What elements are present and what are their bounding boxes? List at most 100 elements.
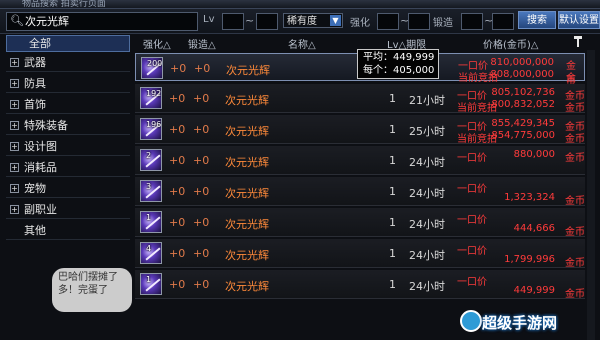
buyout-price: 444,666	[513, 223, 555, 234]
watermark-text: 超级手游网	[482, 314, 558, 332]
header-price[interactable]: 价格(金币)△	[483, 36, 539, 51]
search-input[interactable]	[25, 13, 193, 29]
item-level: 1	[389, 154, 396, 167]
buyout-price: 810,000,000	[490, 57, 554, 68]
currency-unit: 金币	[565, 289, 585, 300]
lv-min-input[interactable]	[222, 13, 244, 30]
lv-max-input[interactable]	[256, 13, 278, 30]
enhance-value: +0	[169, 154, 186, 167]
item-level: 1	[389, 278, 396, 291]
currency-unit: 金币	[565, 227, 585, 238]
category-pet[interactable]: + 宠物	[6, 181, 130, 198]
enhance-max-input[interactable]	[408, 13, 430, 30]
table-row[interactable]: 1 +0 +0 次元光辉 1 24小时 一口价 449,999 金币	[135, 270, 585, 300]
category-armor[interactable]: + 防具	[6, 76, 130, 93]
hammer-icon[interactable]	[573, 35, 583, 47]
item-name: 次元光辉	[225, 156, 269, 169]
enhance-label: 强化	[350, 18, 370, 29]
search-icon: 🔍︎	[10, 14, 24, 27]
expand-icon[interactable]: +	[10, 163, 19, 172]
expand-icon[interactable]: +	[10, 121, 19, 130]
category-accessory[interactable]: + 首饰	[6, 97, 130, 114]
item-level: 1	[389, 216, 396, 229]
forge-label: 锻造	[433, 18, 453, 29]
category-blueprint[interactable]: + 设计图	[6, 139, 130, 156]
expand-icon[interactable]: +	[10, 205, 19, 214]
expand-icon[interactable]: +	[10, 100, 19, 109]
category-subjob[interactable]: + 副职业	[6, 202, 130, 219]
category-label: 消耗品	[24, 161, 57, 174]
item-quantity: 1922	[146, 89, 162, 98]
expand-icon[interactable]: +	[10, 79, 19, 88]
item-icon: 3	[140, 180, 162, 202]
item-name: 次元光辉	[225, 249, 269, 262]
search-button[interactable]: 搜索	[518, 11, 556, 29]
enhance-value: +0	[169, 92, 186, 105]
currency-unit: 金币	[565, 153, 585, 164]
item-level: 1	[389, 123, 396, 136]
listing-duration: 25小时	[409, 125, 445, 138]
forge-value: +0	[193, 216, 210, 229]
forge-value: +0	[193, 92, 210, 105]
item-name: 次元光辉	[225, 280, 269, 293]
currency-unit: 金币	[565, 134, 585, 145]
enhance-min-input[interactable]	[377, 13, 399, 30]
item-name: 次元光辉	[225, 218, 269, 231]
forge-value: +0	[193, 247, 210, 260]
category-label: 特殊装备	[24, 119, 68, 132]
currency-unit: 金币	[565, 196, 585, 207]
category-weapon[interactable]: + 武器	[6, 55, 130, 72]
bid-price: 854,775,000	[491, 130, 555, 141]
expand-icon[interactable]: +	[10, 142, 19, 151]
rarity-value: 稀有度	[287, 16, 317, 27]
lv-range-separator: ~	[245, 14, 255, 27]
mascot-speech-bubble: 巴哈们摆摊了多！完蛋了	[52, 268, 132, 312]
item-quantity: 1965	[146, 120, 162, 129]
category-consumable[interactable]: + 消耗品	[6, 160, 130, 177]
table-row[interactable]: 4 +0 +0 次元光辉 1 24小时 一口价 1,799,996 金币	[135, 239, 585, 269]
table-row[interactable]: 2 +0 +0 次元光辉 1 24小时 一口价 880,000 金币	[135, 146, 585, 175]
listing-duration: 24小时	[409, 280, 445, 293]
enhance-value: +0	[169, 278, 186, 291]
category-label: 武器	[24, 56, 46, 69]
header-forge[interactable]: 锻造△	[188, 36, 216, 51]
tooltip-unit-price: 每个：405,000	[363, 65, 435, 76]
forge-value: +0	[193, 154, 210, 167]
table-row[interactable]: 1 +0 +0 次元光辉 1 24小时 一口价 444,666 金币	[135, 208, 585, 238]
item-quantity: 1	[146, 275, 152, 284]
forge-min-input[interactable]	[461, 13, 483, 30]
chevron-down-icon[interactable]: ▼	[330, 15, 341, 26]
item-quantity: 2	[146, 151, 152, 160]
category-other[interactable]: 其他	[6, 223, 130, 240]
category-special-equipment[interactable]: + 特殊装备	[6, 118, 130, 135]
category-label: 首饰	[24, 98, 46, 111]
item-icon: 4	[140, 242, 162, 264]
expand-icon[interactable]: +	[10, 184, 19, 193]
search-box[interactable]: 🔍︎	[6, 12, 198, 31]
scrollbar[interactable]	[587, 50, 595, 340]
header-enhance[interactable]: 强化△	[143, 36, 171, 51]
category-label: 防具	[24, 77, 46, 90]
header-name[interactable]: 名称△	[288, 36, 316, 51]
table-row[interactable]: 1965 +0 +0 次元光辉 1 25小时 一口价 855,429,345 金…	[135, 115, 585, 145]
rarity-select[interactable]: 稀有度 ▼	[283, 13, 343, 28]
window-title: 物品搜索 拍卖行页面	[22, 0, 106, 9]
item-name: 次元光辉	[225, 94, 269, 107]
category-all[interactable]: 全部	[6, 35, 130, 52]
listing-duration: 24小时	[409, 218, 445, 231]
buyout-price: 855,429,345	[491, 118, 555, 129]
buyout-price: 805,102,736	[491, 87, 555, 98]
forge-max-input[interactable]	[492, 13, 514, 30]
forge-value: +0	[193, 278, 210, 291]
item-quantity: 2000	[147, 59, 163, 68]
table-row[interactable]: 1922 +0 +0 次元光辉 1 21小时 一口价 805,102,736 金…	[135, 84, 585, 114]
item-icon: 2	[140, 149, 162, 171]
table-row[interactable]: 3 +0 +0 次元光辉 1 24小时 一口价 1,323,324 金币	[135, 177, 585, 207]
enhance-value: +0	[170, 62, 187, 75]
expand-icon[interactable]: +	[10, 58, 19, 67]
price-tooltip: 平均：449,999 每个：405,000	[357, 49, 439, 79]
buyout-price: 880,000	[513, 149, 555, 160]
item-icon: 1	[140, 273, 162, 295]
category-label: 副职业	[24, 203, 57, 216]
reset-button[interactable]: 默认设置	[558, 11, 600, 29]
